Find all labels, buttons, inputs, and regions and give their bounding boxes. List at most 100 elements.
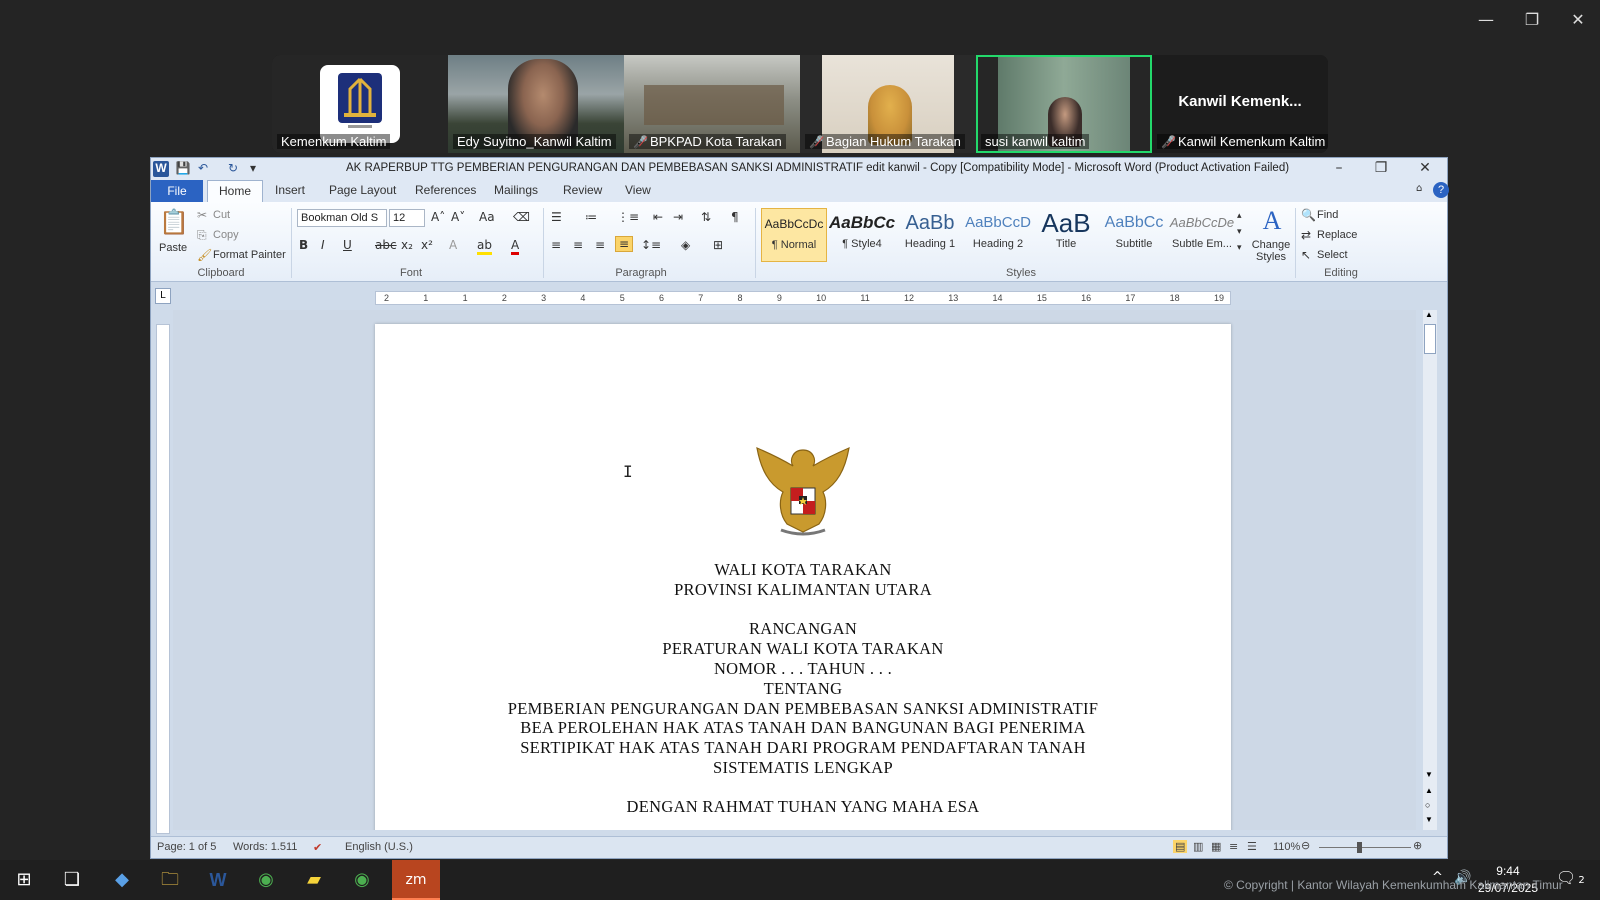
prev-page-icon[interactable]: ▲ (1425, 786, 1433, 795)
file-explorer-icon[interactable]: 🗀 (146, 860, 194, 900)
subscript-icon[interactable]: x₂ (401, 238, 413, 252)
style-title[interactable]: AaB Title (1033, 208, 1099, 262)
increase-indent-icon[interactable]: ⇥ (673, 210, 683, 224)
help-icon[interactable]: ? (1433, 182, 1449, 198)
decrease-indent-icon[interactable]: ⇤ (653, 210, 663, 224)
next-page-icon[interactable]: ▼ (1425, 815, 1433, 824)
minimize-ribbon-icon[interactable]: ⌂ (1416, 183, 1422, 194)
multilevel-list-icon[interactable]: ⋮≡ (617, 210, 639, 224)
zoom-slider[interactable] (1319, 847, 1411, 848)
align-left-icon[interactable]: ≡ (551, 238, 561, 252)
restore-window-button[interactable]: ❐ (1514, 8, 1550, 32)
scroll-thumb[interactable] (1424, 324, 1436, 354)
document-area[interactable]: WALI KOTA TARAKAN PROVINSI KALIMANTAN UT… (173, 310, 1416, 830)
sort-icon[interactable]: ⇅ (701, 210, 711, 224)
borders-icon[interactable]: ⊞ (713, 238, 723, 252)
save-icon[interactable]: 💾 (175, 161, 191, 177)
style-heading-2[interactable]: AaBbCcD Heading 2 (965, 208, 1031, 262)
bold-icon[interactable]: B (299, 238, 308, 252)
task-view-icon[interactable]: ❏ (48, 860, 96, 900)
italic-icon[interactable]: I (321, 238, 325, 252)
change-styles-button[interactable]: Change Styles (1251, 239, 1291, 263)
change-case-icon[interactable]: Aa (479, 210, 495, 224)
align-right-icon[interactable]: ≡ (595, 238, 605, 252)
style-normal[interactable]: AaBbCcDc ¶ Normal (761, 208, 827, 262)
minimize-window-button[interactable]: — (1468, 8, 1504, 32)
proofing-icon[interactable]: ✔ (313, 841, 322, 854)
styles-more-icon[interactable]: ▴ ▾ ▾ (1237, 208, 1242, 256)
underline-icon[interactable]: U (343, 238, 352, 252)
strikethrough-icon[interactable]: abc (375, 238, 397, 252)
vertical-ruler[interactable] (156, 324, 170, 834)
full-screen-reading-icon[interactable]: ▥ (1193, 840, 1203, 853)
undo-icon[interactable]: ↶ (195, 161, 211, 177)
participant-tile[interactable]: 🎤̸ BPKPAD Kota Tarakan (624, 55, 800, 153)
word-count[interactable]: Words: 1.511 (233, 841, 297, 853)
tab-insert[interactable]: Insert (275, 183, 305, 197)
scroll-up-icon[interactable]: ▲ (1425, 310, 1433, 319)
zoom-slider-thumb[interactable] (1357, 842, 1362, 853)
tab-review[interactable]: Review (563, 183, 602, 197)
select-button[interactable]: Select (1317, 249, 1348, 261)
clear-formatting-icon[interactable]: ⌫ (513, 210, 530, 224)
chrome-profile-icon[interactable]: ◉ (338, 860, 386, 900)
font-family-select[interactable]: Bookman Old S (297, 209, 387, 227)
redo-icon[interactable]: ↻ (225, 161, 241, 177)
tab-mailings[interactable]: Mailings (494, 183, 538, 197)
copy-button[interactable]: Copy (213, 229, 239, 241)
participant-tile[interactable]: Edy Suyitno_Kanwil Kaltim (448, 55, 624, 153)
grow-font-icon[interactable]: A˄ (431, 210, 445, 224)
page-count[interactable]: Page: 1 of 5 (157, 841, 216, 853)
browse-object-icon[interactable]: ○ (1425, 800, 1430, 810)
style-heading-1[interactable]: AaBb Heading 1 (897, 208, 963, 262)
vertical-scrollbar[interactable]: ▲ ▼ ▲ ○ ▼ (1423, 310, 1437, 830)
word-taskbar-icon[interactable]: W (194, 860, 242, 900)
app-icon[interactable]: ◆ (98, 860, 146, 900)
style-subtitle[interactable]: AaBbCc Subtitle (1101, 208, 1167, 262)
draft-view-icon[interactable]: ☰ (1247, 840, 1257, 853)
font-color-icon[interactable]: A (511, 238, 520, 255)
chrome-icon[interactable]: ◉ (242, 860, 290, 900)
numbering-icon[interactable]: ≔ (585, 210, 597, 224)
participant-tile[interactable]: Kanwil Kemenk... 🎤̸ Kanwil Kemenkum Kalti… (1152, 55, 1328, 153)
superscript-icon[interactable]: x² (421, 238, 433, 252)
align-center-icon[interactable]: ≡ (573, 238, 583, 252)
word-minimize-button[interactable]: – (1325, 160, 1353, 178)
replace-button[interactable]: Replace (1317, 229, 1357, 241)
line-spacing-icon[interactable]: ↕≡ (641, 238, 661, 252)
zoom-taskbar-icon[interactable]: zm (392, 860, 440, 900)
tab-page-layout[interactable]: Page Layout (329, 183, 396, 197)
find-button[interactable]: Find (1317, 209, 1338, 221)
style-subtle-emphasis[interactable]: AaBbCcDe Subtle Em... (1169, 208, 1235, 262)
paste-button[interactable]: Paste (159, 242, 187, 254)
word-restore-button[interactable]: ❐ (1367, 160, 1395, 178)
bullets-icon[interactable]: ☰ (551, 210, 562, 224)
participant-tile-active[interactable]: susi kanwil kaltim (976, 55, 1152, 153)
zoom-in-icon[interactable]: ⊕ (1413, 839, 1422, 852)
sticky-notes-icon[interactable]: ▰ (290, 860, 338, 900)
scroll-down-icon[interactable]: ▼ (1425, 770, 1433, 779)
tab-selector[interactable]: L (155, 288, 171, 304)
zoom-level[interactable]: 110% (1273, 841, 1300, 853)
tab-view[interactable]: View (625, 183, 651, 197)
text-effects-icon[interactable]: A (449, 238, 457, 252)
cut-button[interactable]: Cut (213, 209, 230, 221)
print-layout-icon[interactable]: ▤ (1173, 840, 1188, 853)
customize-toolbar-icon[interactable]: ▾ (245, 161, 261, 177)
language-indicator[interactable]: English (U.S.) (345, 841, 413, 853)
shrink-font-icon[interactable]: A˅ (451, 210, 465, 224)
justify-icon[interactable]: ≡ (615, 236, 633, 252)
participant-tile[interactable]: 🎤̸ Bagian Hukum Tarakan (800, 55, 976, 153)
tab-file[interactable]: File (151, 180, 203, 202)
start-windows-icon[interactable]: ⊞ (0, 860, 48, 900)
outline-view-icon[interactable]: ≡ (1229, 840, 1238, 853)
show-formatting-icon[interactable]: ¶ (731, 210, 739, 224)
close-window-button[interactable]: ✕ (1560, 8, 1596, 32)
tab-home[interactable]: Home (207, 180, 263, 202)
document-page[interactable]: WALI KOTA TARAKAN PROVINSI KALIMANTAN UT… (375, 324, 1231, 830)
zoom-out-icon[interactable]: ⊖ (1301, 839, 1310, 852)
web-layout-icon[interactable]: ▦ (1211, 840, 1221, 853)
format-painter-button[interactable]: Format Painter (213, 249, 286, 261)
word-app-icon[interactable]: W (153, 161, 169, 177)
word-close-button[interactable]: ✕ (1411, 160, 1439, 178)
